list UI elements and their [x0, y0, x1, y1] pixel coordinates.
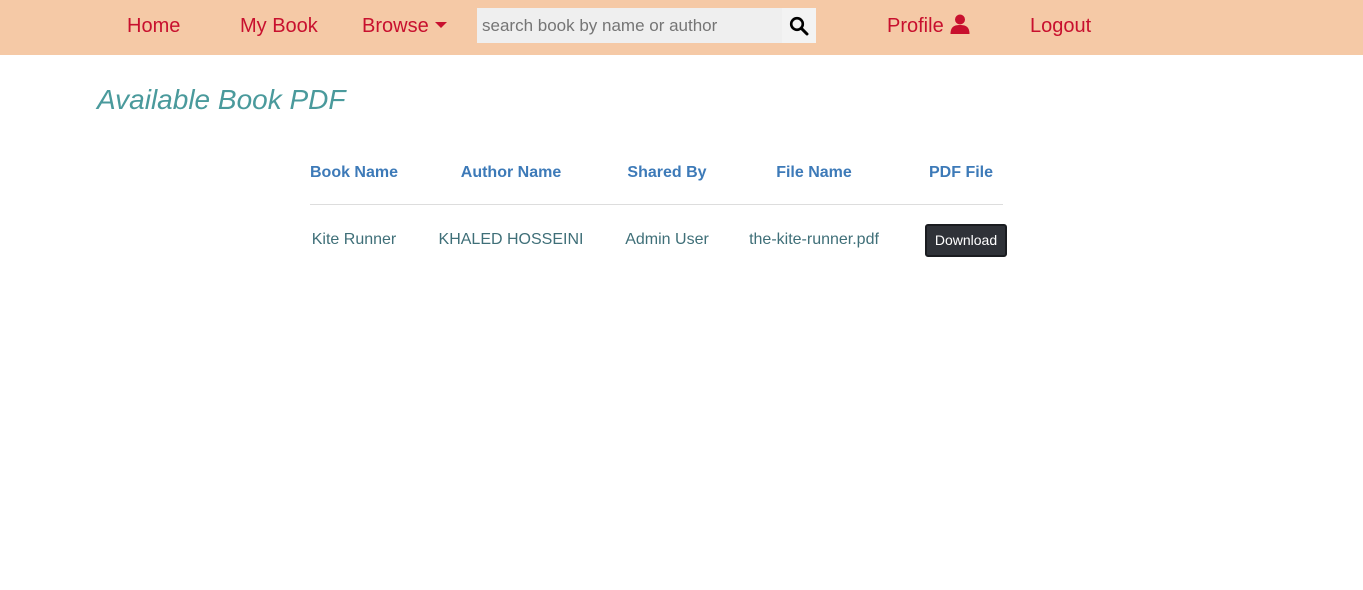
search-button[interactable]	[782, 8, 816, 43]
nav-my-book-link[interactable]: My Book	[240, 13, 318, 39]
column-header-author-name: Author Name	[460, 164, 562, 181]
table-header-divider	[310, 204, 1003, 205]
cell-file-name: the-kite-runner.pdf	[749, 231, 879, 248]
cell-shared-by: Admin User	[625, 231, 709, 248]
column-header-book-name: Book Name	[309, 164, 399, 181]
search-input[interactable]	[477, 8, 782, 43]
nav-browse-label: Browse	[362, 15, 429, 37]
nav-profile-label: Profile	[887, 15, 944, 37]
search-bar	[477, 8, 816, 43]
caret-down-icon	[434, 21, 447, 28]
nav-logout-link[interactable]: Logout	[1030, 13, 1091, 39]
column-header-pdf-file: PDF File	[928, 164, 994, 181]
user-icon	[950, 14, 970, 34]
cell-book-name: Kite Runner	[311, 231, 397, 248]
nav-home-link[interactable]: Home	[127, 13, 180, 39]
search-icon	[789, 16, 809, 35]
column-header-shared-by: Shared By	[627, 164, 707, 181]
cell-author-name: KHALED HOSSEINI	[438, 231, 584, 248]
nav-profile-link[interactable]: Profile	[887, 13, 970, 39]
nav-browse-dropdown[interactable]: Browse	[362, 13, 447, 39]
download-button[interactable]: Download	[925, 224, 1007, 257]
page-title: Available Book PDF	[97, 84, 346, 115]
column-header-file-name: File Name	[776, 164, 852, 181]
navbar: Home My Book Browse Profile Logout	[0, 0, 1363, 55]
